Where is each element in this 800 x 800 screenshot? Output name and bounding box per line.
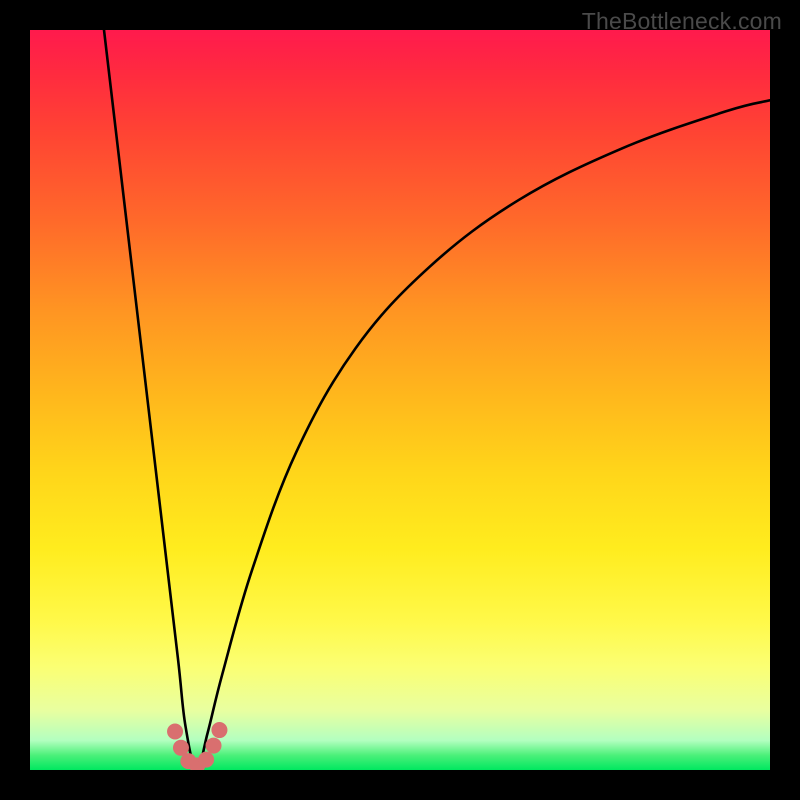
watermark-text: TheBottleneck.com <box>582 8 782 35</box>
curve-marker <box>198 752 214 768</box>
bottleneck-curve <box>30 30 770 770</box>
chart-frame: TheBottleneck.com <box>0 0 800 800</box>
curve-marker <box>211 722 227 738</box>
curve-marker <box>167 724 183 740</box>
curve-marker <box>206 738 222 754</box>
plot-area <box>30 30 770 770</box>
